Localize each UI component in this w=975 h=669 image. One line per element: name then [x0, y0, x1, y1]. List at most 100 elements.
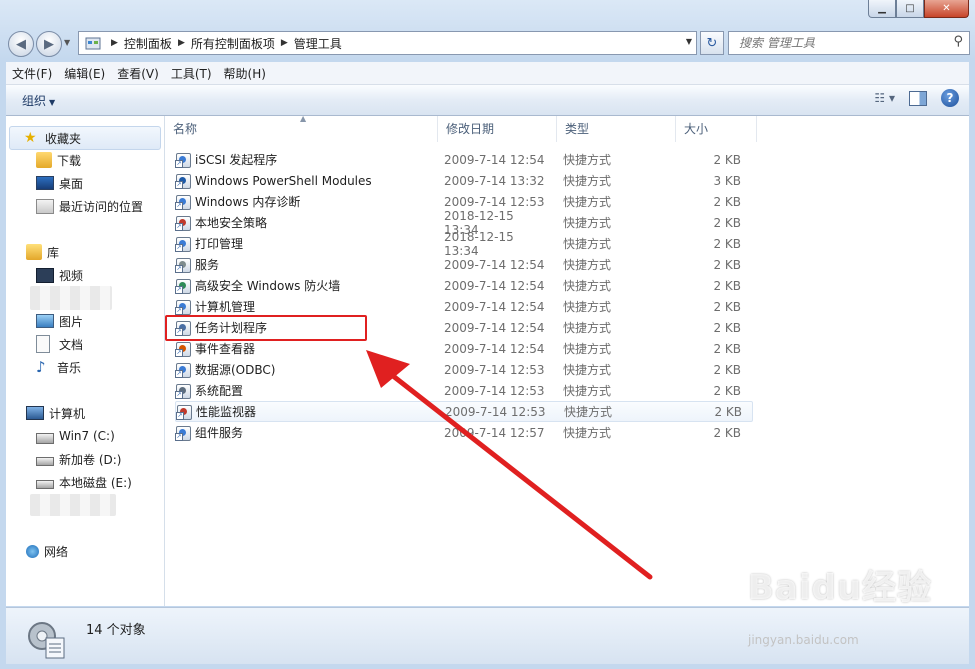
file-row[interactable]: ↗ Windows PowerShell Modules 2009-7-14 13:… [175, 170, 753, 191]
shortcut-icon: ↗ [175, 236, 191, 252]
file-name-cell: ↗ 本地安全策略 [175, 214, 428, 231]
back-arrow-icon: ◀ [16, 36, 26, 52]
file-type: 快捷方式 [563, 342, 612, 356]
file-type: 快捷方式 [563, 426, 612, 440]
file-type: 快捷方式 [563, 195, 612, 209]
address-dropdown-icon[interactable]: ▼ [686, 37, 692, 46]
nav-favorites[interactable]: ★ 收藏夹 [9, 126, 161, 150]
file-row[interactable]: ↗ 组件服务 2009-7-14 12:57 快捷方式 2 KB [175, 422, 753, 443]
drive-icon [36, 457, 54, 466]
file-name: Windows 内存诊断 [195, 195, 301, 209]
nav-downloads[interactable]: 下载 [36, 149, 81, 171]
nav-pictures[interactable]: 图片 [36, 310, 83, 332]
help-icon[interactable]: ? [941, 89, 959, 107]
file-row[interactable]: ↗ iSCSI 发起程序 2009-7-14 12:54 快捷方式 2 KB [175, 149, 753, 170]
shortcut-icon: ↗ [175, 194, 191, 210]
nav-drive-e[interactable]: 本地磁盘 (E:) [36, 471, 132, 493]
watermark-url: jingyan.baidu.com [748, 633, 859, 647]
back-button[interactable]: ◀ [8, 31, 34, 57]
network-icon [26, 544, 39, 558]
download-folder-icon [36, 152, 52, 168]
recent-places-icon [36, 198, 54, 214]
command-bar: 组织 ▼ ☷ ▾ ? [6, 85, 969, 116]
explorer-window: ▁ □ ✕ ◀ ▶ ▼ ▶ 控制面板 ▶ 所有控制面板项 ▶ 管理工具 ▼ ↻ … [0, 0, 975, 669]
music-note-icon: ♪ [36, 358, 46, 376]
menu-tools[interactable]: 工具(T) [165, 65, 218, 82]
file-name: Windows PowerShell Modules [195, 173, 372, 188]
breadcrumb-separator[interactable]: ▶ [281, 38, 288, 48]
file-row[interactable]: ↗ 服务 2009-7-14 12:54 快捷方式 2 KB [175, 254, 753, 275]
nav-videos[interactable]: 视频 [36, 264, 83, 286]
file-row[interactable]: ↗ 打印管理 2018-12-15 13:34 快捷方式 2 KB [175, 230, 753, 258]
nav-documents[interactable]: 文档 [36, 333, 83, 355]
search-box[interactable]: ⚲ [728, 31, 970, 55]
nav-music-label: 音乐 [57, 360, 82, 375]
column-header-size[interactable]: 大小 [676, 116, 757, 142]
shortcut-icon: ↗ [175, 341, 191, 357]
file-list: 名称 修改日期 类型 大小 ▲ ↗ iSCSI 发起程序 2009-7-14 12:… [165, 114, 969, 606]
file-name-cell: ↗ iSCSI 发起程序 [175, 151, 428, 168]
nav-computer[interactable]: 计算机 [26, 402, 85, 424]
file-name-cell: ↗ Windows 内存诊断 [175, 193, 428, 210]
nav-network[interactable]: 网络 [26, 540, 68, 562]
shortcut-icon: ↗ [175, 152, 191, 168]
file-name-cell: ↗ 高级安全 Windows 防火墙 [175, 277, 428, 294]
breadcrumb-admin-tools[interactable]: 管理工具 [294, 35, 342, 52]
file-name-cell: ↗ 计算机管理 [175, 298, 428, 315]
computer-icon [26, 406, 44, 420]
file-date: 2009-7-14 12:54 [444, 152, 545, 167]
search-icon[interactable]: ⚲ [953, 34, 963, 49]
maximize-button[interactable]: □ [896, 0, 924, 18]
star-icon: ★ [24, 130, 37, 146]
file-size: 2 KB [713, 362, 741, 377]
nav-music[interactable]: ♪ 音乐 [36, 356, 81, 378]
address-bar[interactable]: ▶ 控制面板 ▶ 所有控制面板项 ▶ 管理工具 ▼ [78, 31, 697, 55]
breadcrumb-all-items[interactable]: 所有控制面板项 [191, 35, 275, 52]
forward-button[interactable]: ▶ [36, 31, 62, 57]
organize-button[interactable]: 组织 ▼ [22, 92, 55, 109]
nav-recent[interactable]: 最近访问的位置 [36, 195, 143, 217]
file-row[interactable]: ↗ 系统配置 2009-7-14 12:53 快捷方式 2 KB [175, 380, 753, 401]
minimize-button[interactable]: ▁ [868, 0, 896, 18]
file-name: 本地安全策略 [195, 216, 268, 230]
recent-pages-dropdown[interactable]: ▼ [64, 38, 70, 47]
close-button[interactable]: ✕ [924, 0, 969, 18]
file-type: 快捷方式 [563, 237, 612, 251]
file-date: 2009-7-14 12:54 [444, 320, 545, 335]
forward-arrow-icon: ▶ [44, 36, 54, 52]
file-size: 2 KB [714, 404, 742, 419]
change-view-icon[interactable]: ☷ ▾ [874, 91, 895, 105]
file-row[interactable]: ↗ 性能监视器 2009-7-14 12:53 快捷方式 2 KB [175, 401, 753, 422]
file-row[interactable]: ↗ 计算机管理 2009-7-14 12:54 快捷方式 2 KB [175, 296, 753, 317]
search-input[interactable] [737, 35, 941, 51]
nav-drive-c[interactable]: Win7 (C:) [36, 425, 115, 447]
file-row[interactable]: ↗ 高级安全 Windows 防火墙 2009-7-14 12:54 快捷方式 2 KB [175, 275, 753, 296]
nav-desktop[interactable]: 桌面 [36, 172, 83, 194]
item-count: 14 个对象 [86, 623, 146, 638]
breadcrumb-separator[interactable]: ▶ [111, 38, 118, 48]
nav-videos-label: 视频 [59, 268, 84, 283]
nav-drive-e-label: 本地磁盘 (E:) [59, 475, 132, 490]
menu-edit[interactable]: 编辑(E) [58, 65, 111, 82]
preview-pane-icon[interactable] [909, 90, 927, 106]
file-size: 2 KB [713, 236, 741, 251]
file-name: 计算机管理 [195, 300, 256, 314]
nav-libraries[interactable]: 库 [26, 241, 59, 263]
column-header-type[interactable]: 类型 [557, 116, 676, 142]
shortcut-icon: ↗ [175, 257, 191, 273]
breadcrumb-separator[interactable]: ▶ [178, 38, 185, 48]
file-row[interactable]: ↗ 数据源(ODBC) 2009-7-14 12:53 快捷方式 2 KB [175, 359, 753, 380]
blurred-item [30, 494, 116, 516]
column-header-date[interactable]: 修改日期 [438, 116, 557, 142]
file-row[interactable]: ↗ 事件查看器 2009-7-14 12:54 快捷方式 2 KB [175, 338, 753, 359]
file-size: 2 KB [713, 278, 741, 293]
shortcut-icon: ↗ [175, 173, 191, 189]
nav-downloads-label: 下载 [57, 153, 82, 168]
document-icon [36, 335, 50, 353]
nav-drive-d[interactable]: 新加卷 (D:) [36, 448, 121, 470]
refresh-button[interactable]: ↻ [700, 31, 724, 55]
menu-help[interactable]: 帮助(H) [218, 65, 272, 82]
menu-view[interactable]: 查看(V) [111, 65, 165, 82]
menu-file[interactable]: 文件(F) [6, 65, 58, 82]
breadcrumb-control-panel[interactable]: 控制面板 [124, 35, 172, 52]
